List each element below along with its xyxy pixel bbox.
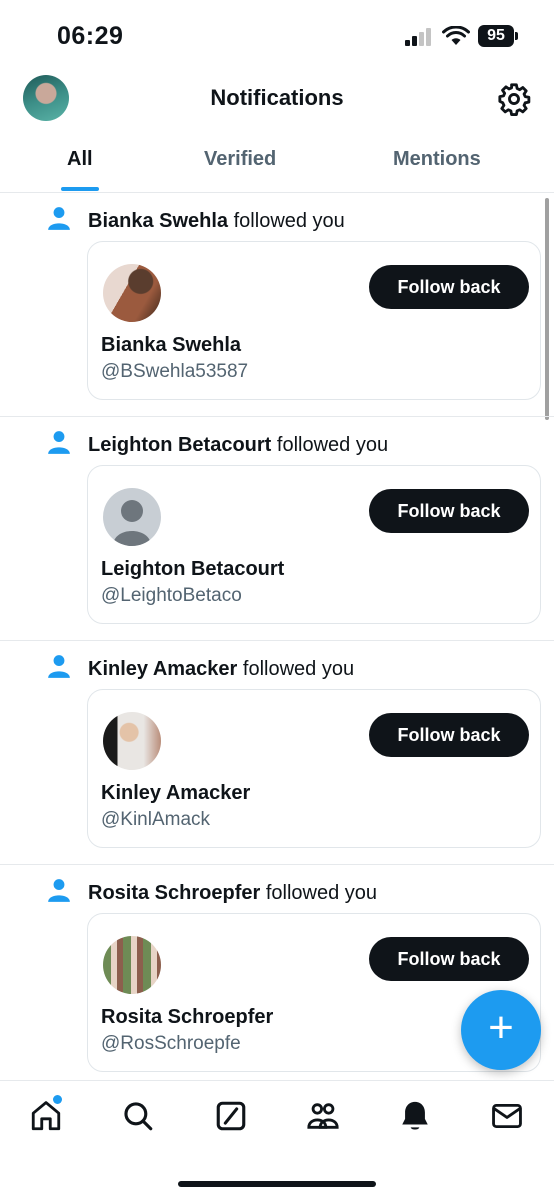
tab-all[interactable]: All <box>67 148 93 171</box>
user-card[interactable]: Kinley Amacker @KinlAmack Follow back <box>87 689 541 848</box>
cellular-signal-icon <box>405 28 431 46</box>
home-notification-dot <box>53 1095 62 1104</box>
follower-name[interactable]: Bianka Swehla <box>88 210 228 232</box>
follow-back-button[interactable]: Follow back <box>369 937 529 981</box>
follow-back-button[interactable]: Follow back <box>369 265 529 309</box>
wifi-icon <box>442 26 470 45</box>
messages-icon[interactable] <box>490 1099 524 1133</box>
follower-name[interactable]: Rosita Schroepfer <box>88 882 260 904</box>
compose-post-button[interactable]: + <box>461 990 541 1070</box>
notification-item[interactable]: Bianka Swehla followed you Bianka Swehla… <box>0 193 554 417</box>
user-handle: @BSwehla53587 <box>101 361 249 382</box>
person-follow-icon <box>48 431 70 454</box>
notifications-icon[interactable] <box>398 1099 432 1133</box>
notification-text: Kinley Amacker followed you <box>88 658 354 681</box>
user-display-name: Rosita Schroepfer <box>101 1006 274 1028</box>
bottom-nav <box>0 1080 554 1200</box>
grok-icon[interactable] <box>214 1099 248 1133</box>
notification-action: followed you <box>233 210 345 232</box>
default-avatar-icon <box>113 500 151 546</box>
user-avatar[interactable] <box>103 488 161 546</box>
active-tab-indicator <box>61 187 99 191</box>
tab-mentions[interactable]: Mentions <box>393 148 481 171</box>
user-display-name: Bianka Swehla <box>101 334 242 356</box>
battery-indicator: 95 <box>478 25 518 47</box>
user-card[interactable]: Bianka Swehla @BSwehla53587 Follow back <box>87 241 541 400</box>
user-display-name: Kinley Amacker <box>101 782 251 804</box>
search-icon[interactable] <box>121 1099 155 1133</box>
person-follow-icon <box>48 655 70 678</box>
follow-back-button[interactable]: Follow back <box>369 713 529 757</box>
notification-tabs: All Verified Mentions <box>0 138 554 193</box>
person-follow-icon <box>48 207 70 230</box>
header: Notifications <box>0 70 554 130</box>
follower-name[interactable]: Kinley Amacker <box>88 658 237 680</box>
user-handle: @RosSchroepfe <box>101 1033 241 1054</box>
status-bar: 06:29 95 <box>0 0 554 70</box>
notification-item[interactable]: Leighton Betacourt followed you Leighton… <box>0 417 554 641</box>
notification-action: followed you <box>276 434 389 456</box>
home-icon[interactable] <box>29 1099 63 1133</box>
tab-verified[interactable]: Verified <box>204 148 276 171</box>
notification-text: Rosita Schroepfer followed you <box>88 882 377 905</box>
user-display-name: Leighton Betacourt <box>101 558 285 580</box>
person-follow-icon <box>48 879 70 902</box>
notification-action: followed you <box>265 882 378 904</box>
notification-text: Leighton Betacourt followed you <box>88 434 388 457</box>
user-avatar[interactable] <box>103 936 161 994</box>
user-card[interactable]: Leighton Betacourt @LeightoBetaco Follow… <box>87 465 541 624</box>
settings-gear-icon[interactable] <box>497 82 531 116</box>
notification-text: Bianka Swehla followed you <box>88 210 345 233</box>
communities-icon[interactable] <box>306 1099 340 1133</box>
user-avatar[interactable] <box>103 264 161 322</box>
user-handle: @KinlAmack <box>101 809 211 830</box>
user-avatar[interactable] <box>103 712 161 770</box>
follower-name[interactable]: Leighton Betacourt <box>88 434 271 456</box>
notification-action: followed you <box>242 658 355 680</box>
status-time: 06:29 <box>57 22 124 50</box>
follow-back-button[interactable]: Follow back <box>369 489 529 533</box>
home-indicator <box>178 1181 376 1187</box>
user-handle: @LeightoBetaco <box>101 585 242 606</box>
notification-item[interactable]: Kinley Amacker followed you Kinley Amack… <box>0 641 554 865</box>
page-title: Notifications <box>210 85 344 110</box>
